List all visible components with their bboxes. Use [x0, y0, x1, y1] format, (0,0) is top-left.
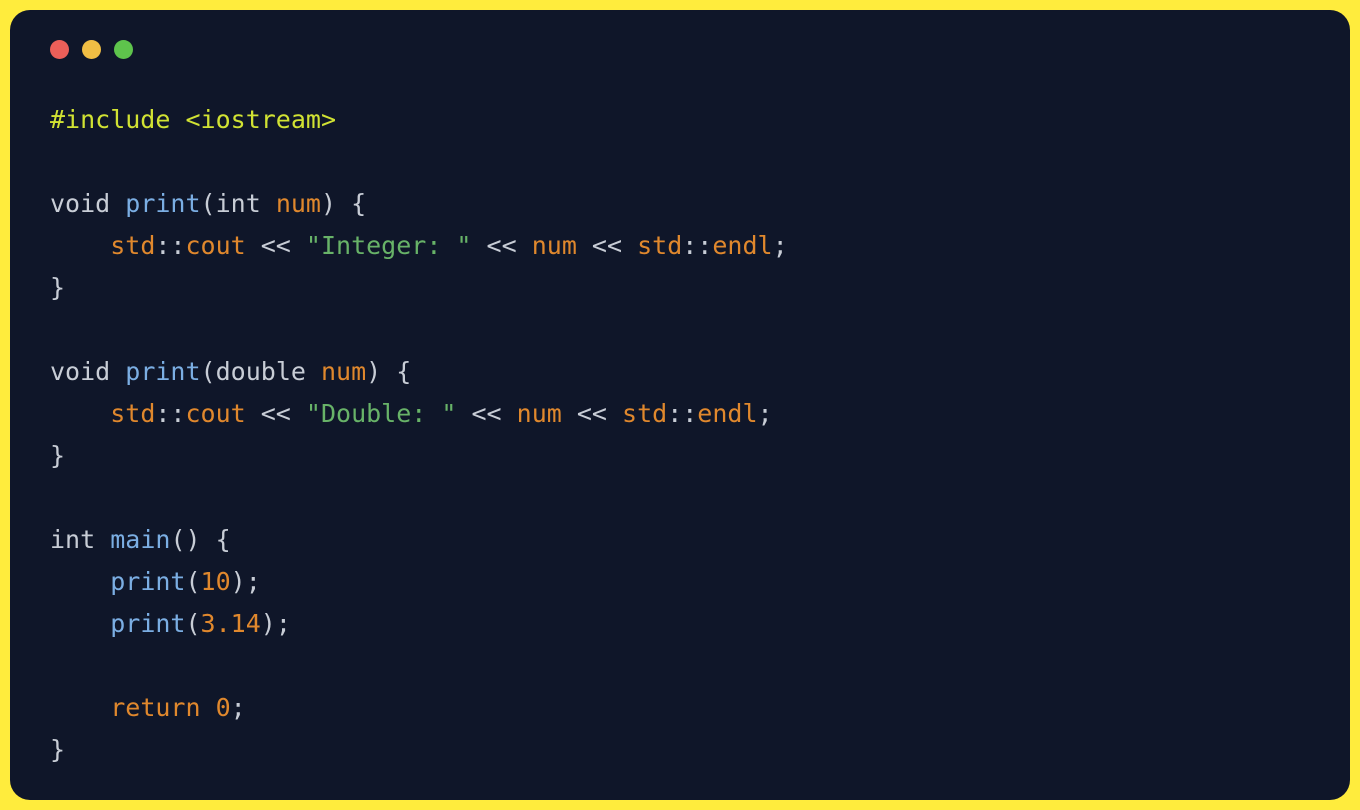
indent	[50, 567, 110, 596]
var-num: num	[532, 231, 577, 260]
namespace-std: std	[622, 399, 667, 428]
indent	[50, 693, 110, 722]
param-num: num	[321, 357, 366, 386]
endl: endl	[712, 231, 772, 260]
sp	[110, 357, 125, 386]
sp	[95, 525, 110, 554]
semicolon: ;	[246, 567, 261, 596]
semicolon: ;	[276, 609, 291, 638]
rparen: )	[321, 189, 336, 218]
rparen: )	[231, 567, 246, 596]
namespace-std: std	[637, 231, 682, 260]
namespace-std: std	[110, 399, 155, 428]
maximize-icon[interactable]	[114, 40, 133, 59]
function-call: print	[110, 609, 185, 638]
lparen: (	[201, 357, 216, 386]
param-num: num	[276, 189, 321, 218]
type-int: int	[216, 189, 261, 218]
namespace-std: std	[110, 231, 155, 260]
sp	[261, 189, 276, 218]
minimize-icon[interactable]	[82, 40, 101, 59]
indent	[50, 399, 110, 428]
indent	[50, 609, 110, 638]
semicolon: ;	[758, 399, 773, 428]
cout: cout	[185, 231, 245, 260]
lbrace: {	[381, 357, 411, 386]
type-double: double	[216, 357, 306, 386]
stream-insertion: <<	[472, 231, 532, 260]
rbrace: }	[50, 441, 65, 470]
rparen: )	[261, 609, 276, 638]
string-literal: "Double: "	[306, 399, 457, 428]
scope-resolution: ::	[155, 399, 185, 428]
lparen: (	[185, 567, 200, 596]
number-literal: 3.14	[201, 609, 261, 638]
stream-insertion: <<	[246, 231, 306, 260]
rbrace: }	[50, 735, 65, 764]
rparen: )	[186, 525, 201, 554]
close-icon[interactable]	[50, 40, 69, 59]
preprocessor-include: #include	[50, 105, 170, 134]
number-literal: 10	[201, 567, 231, 596]
stream-insertion: <<	[562, 399, 622, 428]
sp	[170, 105, 185, 134]
keyword-void: void	[50, 357, 110, 386]
code-window: #include <iostream> void print(int num) …	[10, 10, 1350, 800]
var-num: num	[517, 399, 562, 428]
lparen: (	[185, 609, 200, 638]
sp	[110, 189, 125, 218]
code-content: #include <iostream> void print(int num) …	[50, 99, 1310, 771]
sp	[201, 693, 216, 722]
rbrace: }	[50, 273, 65, 302]
scope-resolution: ::	[682, 231, 712, 260]
stream-insertion: <<	[577, 231, 637, 260]
lparen: (	[201, 189, 216, 218]
function-call: print	[110, 567, 185, 596]
lparen: (	[170, 525, 185, 554]
stream-insertion: <<	[246, 399, 306, 428]
cout: cout	[185, 399, 245, 428]
scope-resolution: ::	[155, 231, 185, 260]
keyword-void: void	[50, 189, 110, 218]
type-int: int	[50, 525, 95, 554]
string-literal: "Integer: "	[306, 231, 472, 260]
endl: endl	[697, 399, 757, 428]
rparen: )	[366, 357, 381, 386]
window-controls	[50, 40, 1310, 59]
lbrace: {	[336, 189, 366, 218]
include-header: <iostream>	[185, 105, 336, 134]
sp	[306, 357, 321, 386]
indent	[50, 231, 110, 260]
number-literal: 0	[216, 693, 231, 722]
lbrace: {	[201, 525, 231, 554]
semicolon: ;	[773, 231, 788, 260]
function-name: print	[125, 189, 200, 218]
keyword-return: return	[110, 693, 200, 722]
stream-insertion: <<	[456, 399, 516, 428]
scope-resolution: ::	[667, 399, 697, 428]
function-main: main	[110, 525, 170, 554]
function-name: print	[125, 357, 200, 386]
semicolon: ;	[231, 693, 246, 722]
